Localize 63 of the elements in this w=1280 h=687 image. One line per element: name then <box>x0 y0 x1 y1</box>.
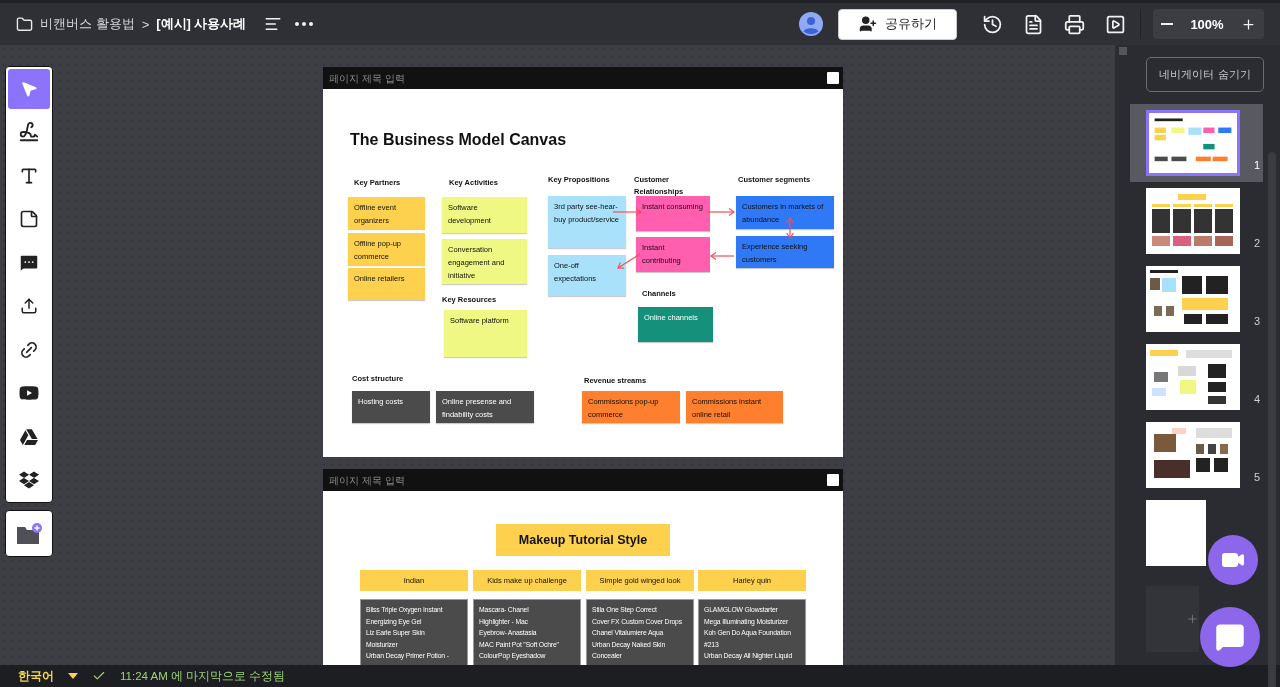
chat-icon <box>1215 622 1245 652</box>
cursor-icon <box>20 79 38 98</box>
play-icon <box>1105 13 1126 35</box>
video-call-button[interactable] <box>1208 535 1258 585</box>
align-left-icon <box>263 15 282 33</box>
canvas-title: The Business Model Canvas <box>350 131 567 149</box>
document-title: [예시] 사용사례 <box>156 15 247 33</box>
page-number: 3 <box>1254 315 1261 327</box>
outline-button[interactable] <box>263 15 282 33</box>
drive-icon <box>20 427 38 446</box>
print-icon <box>1064 13 1085 35</box>
arrow <box>707 208 736 216</box>
chat-button[interactable] <box>1200 607 1260 667</box>
dropbox-icon <box>19 470 39 491</box>
document-icon <box>1023 13 1044 35</box>
present-button[interactable] <box>1105 13 1126 35</box>
page-thumbnail[interactable] <box>1146 344 1240 410</box>
check-icon <box>92 669 106 683</box>
share-button[interactable]: 공유하기 <box>838 8 957 40</box>
folder-link[interactable]: 비캔버스 활용법 <box>40 15 135 33</box>
board-title: Makeup Tutorial Style <box>496 524 670 556</box>
page-number: 4 <box>1254 393 1261 405</box>
page-number: 1 <box>1254 159 1261 171</box>
page-thumbnail[interactable] <box>1146 188 1240 254</box>
page-number: 5 <box>1254 471 1261 483</box>
language-selector[interactable]: 한국어 <box>18 668 54 684</box>
arrow <box>709 252 735 260</box>
folder-icon <box>16 15 33 33</box>
page-title-field[interactable]: 페이지 제목 입력 <box>329 72 529 84</box>
upload-icon <box>20 297 38 316</box>
page-thumbnail[interactable] <box>1146 422 1240 488</box>
pdf-button[interactable] <box>1023 13 1044 35</box>
hide-navigator-button[interactable]: 네비게이터 숨기기 <box>1146 57 1264 92</box>
double-arrow <box>786 216 794 240</box>
arrow <box>617 253 641 269</box>
more-icon <box>294 22 313 26</box>
signature-pen-icon <box>18 121 40 144</box>
print-button[interactable] <box>1064 13 1085 35</box>
zoom-value: 100% <box>1190 16 1224 32</box>
arrow <box>612 208 643 216</box>
page-checkbox[interactable] <box>827 474 839 486</box>
plus-icon <box>1241 16 1256 32</box>
add-folder-button[interactable] <box>5 510 53 557</box>
page-thumbnail[interactable] <box>1146 110 1240 176</box>
caret-icon <box>68 673 78 679</box>
save-status: 11:24 AM 에 마지막으로 수정됨 <box>120 668 286 684</box>
page-number: 2 <box>1254 237 1261 249</box>
scrollbar-thumb[interactable] <box>1118 47 1127 55</box>
page-checkbox[interactable] <box>827 72 839 84</box>
zoom-in-button[interactable] <box>1241 16 1256 32</box>
note-icon <box>19 209 39 230</box>
page-thumbnail[interactable] <box>1146 500 1206 566</box>
folder-plus-icon <box>16 522 42 545</box>
page-title-field[interactable]: 페이지 제목 입력 <box>329 474 529 486</box>
history-button[interactable] <box>982 13 1003 35</box>
history-icon <box>982 13 1003 35</box>
add-person-icon <box>858 15 877 33</box>
avatar-icon[interactable] <box>799 12 823 36</box>
minus-icon <box>1161 23 1173 25</box>
more-button[interactable] <box>294 22 313 26</box>
page-thumbnail[interactable] <box>1146 266 1240 332</box>
link-icon <box>19 339 39 360</box>
breadcrumb-separator: > <box>141 16 150 32</box>
